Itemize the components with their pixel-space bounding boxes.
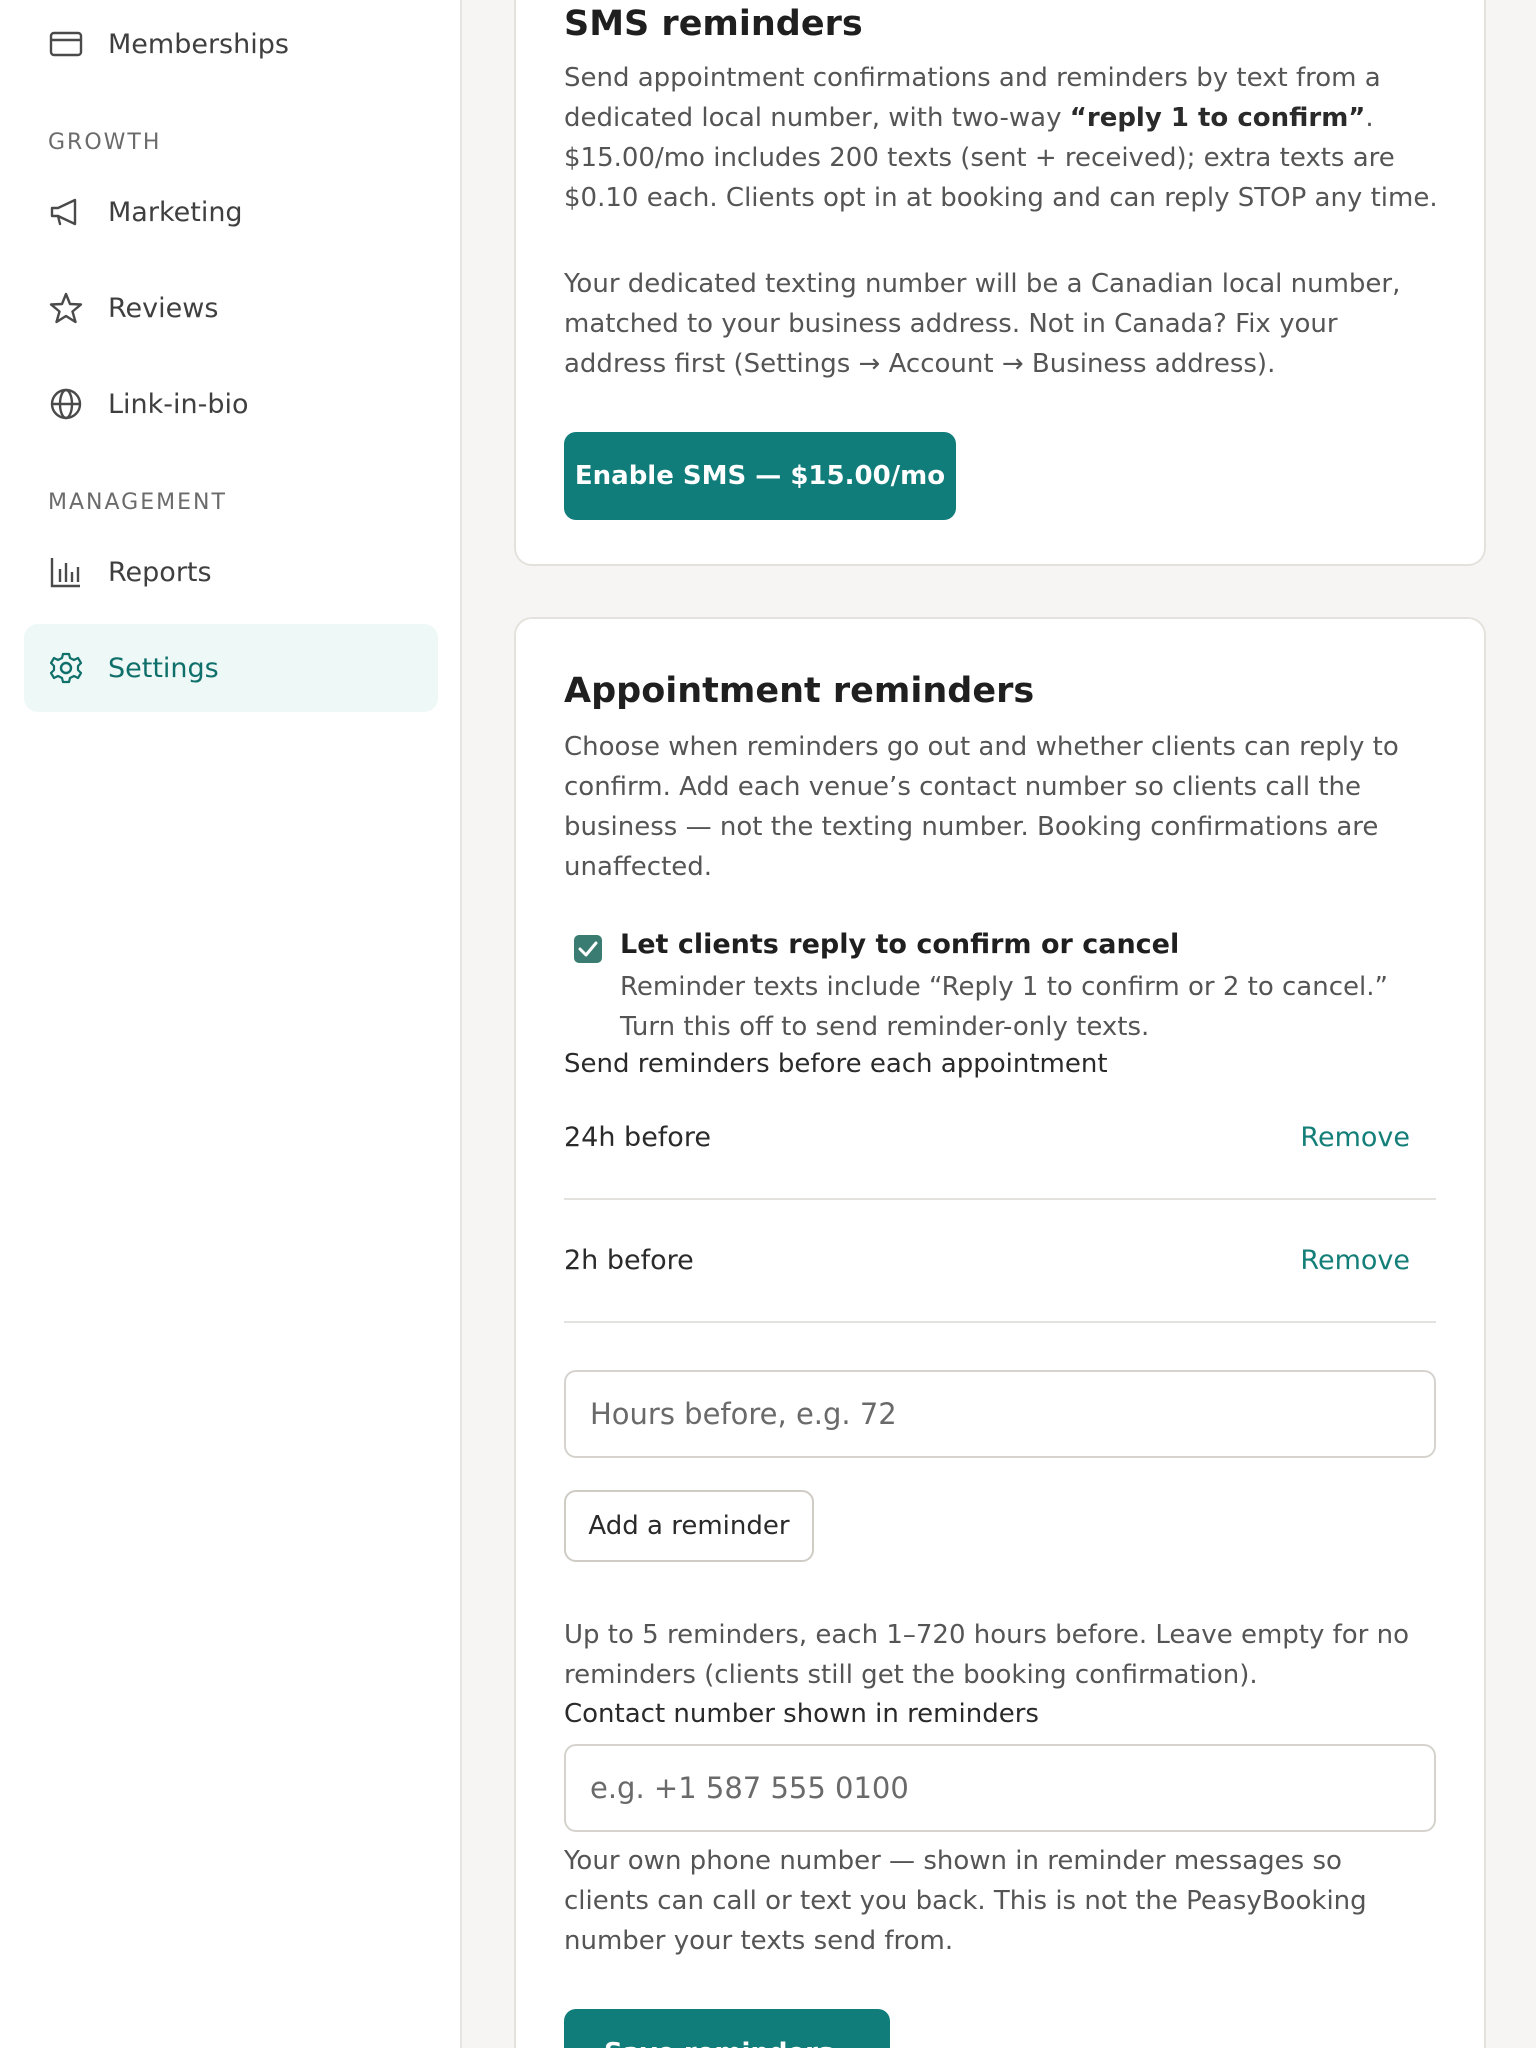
reminders-title: Appointment reminders xyxy=(564,671,1035,711)
sidebar-item-marketing[interactable]: Marketing xyxy=(24,168,438,256)
appointment-reminders-card: Appointment reminders Choose when remind… xyxy=(514,617,1486,2048)
gear-icon xyxy=(48,650,84,686)
hours-before-input[interactable] xyxy=(564,1370,1436,1458)
reply-confirm-help: Reminder texts include “Reply 1 to confi… xyxy=(620,972,1388,1042)
sidebar-item-label: Memberships xyxy=(108,28,289,60)
reminder-row-label: 2h before xyxy=(564,1245,694,1276)
reminder-row: 24h before Remove xyxy=(564,1077,1436,1200)
send-reminders-label: Send reminders before each appointment xyxy=(564,1049,1108,1079)
remove-reminder-button[interactable]: Remove xyxy=(1300,1122,1410,1153)
app: Memberships GROWTH Marketing Reviews Lin… xyxy=(0,0,1536,2048)
reply-confirm-label[interactable]: Let clients reply to confirm or cancel xyxy=(620,929,1179,960)
sidebar-item-reviews[interactable]: Reviews xyxy=(24,264,438,352)
card-icon xyxy=(48,26,84,62)
contact-number-label: Contact number shown in reminders xyxy=(564,1699,1039,1729)
sidebar-item-memberships[interactable]: Memberships xyxy=(24,0,438,88)
sidebar-item-label: Reports xyxy=(108,556,212,588)
reminder-row: 2h before Remove xyxy=(564,1200,1436,1323)
sidebar-item-link-in-bio[interactable]: Link-in-bio xyxy=(24,360,438,448)
sidebar-item-label: Settings xyxy=(108,652,219,684)
sidebar-item-label: Marketing xyxy=(108,196,243,228)
megaphone-icon xyxy=(48,194,84,230)
contact-number-help: Your own phone number — shown in reminde… xyxy=(564,1846,1367,1956)
section-label-growth: GROWTH xyxy=(48,130,162,155)
sidebar-item-reports[interactable]: Reports xyxy=(24,528,438,616)
star-icon xyxy=(48,290,84,326)
sidebar: Memberships GROWTH Marketing Reviews Lin… xyxy=(0,0,462,2048)
save-reminders-button[interactable]: Save reminders xyxy=(564,2009,890,2048)
sidebar-item-label: Reviews xyxy=(108,292,219,324)
reply-confirm-checkbox[interactable] xyxy=(574,935,602,963)
globe-icon xyxy=(48,386,84,422)
contact-number-input[interactable] xyxy=(564,1744,1436,1832)
sidebar-item-settings[interactable]: Settings xyxy=(24,624,438,712)
remove-reminder-button[interactable]: Remove xyxy=(1300,1245,1410,1276)
reminders-description: Choose when reminders go out and whether… xyxy=(564,732,1399,882)
sms-title: SMS reminders xyxy=(564,4,863,44)
add-reminder-button[interactable]: Add a reminder xyxy=(564,1490,814,1562)
sms-description: Send appointment confirmations and remin… xyxy=(564,63,1438,213)
reply-to-confirm-emphasis: “reply 1 to confirm” xyxy=(1069,103,1366,133)
sms-reminders-card: SMS reminders Send appointment confirmat… xyxy=(514,0,1486,566)
bar-chart-icon xyxy=(48,554,84,590)
enable-sms-button[interactable]: Enable SMS — $15.00/mo xyxy=(564,432,956,520)
sidebar-item-label: Link-in-bio xyxy=(108,388,249,420)
sms-address-note: Your dedicated texting number will be a … xyxy=(564,269,1401,379)
reminder-row-label: 24h before xyxy=(564,1122,711,1153)
reminders-limits-help: Up to 5 reminders, each 1–720 hours befo… xyxy=(564,1620,1410,1690)
section-label-management: MANAGEMENT xyxy=(48,490,227,515)
